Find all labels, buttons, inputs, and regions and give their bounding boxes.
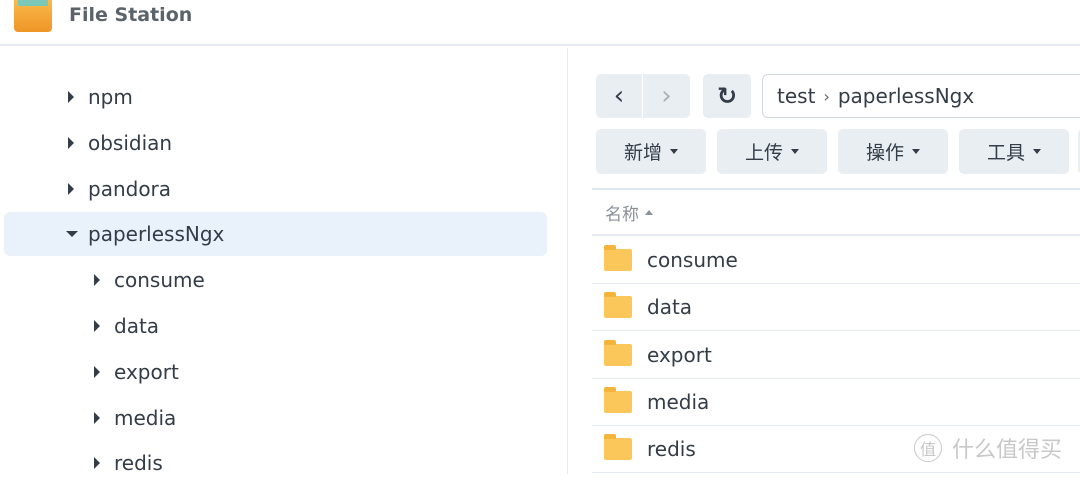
file-station-logo-icon [14,0,52,32]
folder-icon [604,245,632,271]
file-list-row[interactable]: consume [592,237,1080,284]
sort-ascending-icon [645,209,653,215]
caret-right-icon[interactable] [68,182,74,195]
tree-node-label: npm [88,85,133,109]
caret-down-icon [670,149,678,154]
tree-node[interactable]: consume [0,258,547,302]
tree-node-label: media [114,405,177,430]
path-bar[interactable]: test › paperlessNgx [762,74,1080,118]
tree-node[interactable]: redis [0,441,547,485]
chevron-right-icon: › [661,81,672,111]
caret-right-icon[interactable] [94,457,100,470]
toolbar-menu-button[interactable]: 工具 [959,129,1069,174]
toolbar-menu-button[interactable]: 新增 [596,129,706,174]
folder-tree: npm obsidian pandora paperlessNgx consume dat… [0,48,568,475]
folder-icon [604,339,632,366]
caret-down-icon [1033,149,1041,154]
path-segment[interactable]: test [777,84,815,108]
tree-node-label: obsidian [88,130,173,155]
caret-down-icon [912,149,920,154]
tree-node[interactable]: media [0,396,547,440]
caret-right-icon[interactable] [94,320,100,332]
refresh-button[interactable]: ↻ [703,74,751,118]
toolbar-menu-button[interactable]: 操作 [838,129,948,174]
chevron-left-icon: ‹ [613,81,625,111]
caret-down-icon[interactable] [66,231,78,238]
file-list-row[interactable]: media [592,379,1080,426]
watermark: 值 什么值得买 [914,432,1062,464]
tree-node-label: redis [114,451,163,476]
path-segment[interactable]: paperlessNgx [838,84,974,108]
caret-down-icon [791,149,799,154]
column-name-label: 名称 [605,204,639,225]
file-name: redis [647,437,696,462]
column-header-name[interactable]: 名称 [592,188,1080,236]
caret-right-icon[interactable] [94,365,100,378]
file-list-row[interactable]: export [592,332,1080,379]
app-title: File Station [69,4,193,26]
refresh-icon: ↻ [716,82,738,110]
toolbar-button-label: 工具 [986,142,1025,164]
tree-node[interactable]: pandora [0,167,547,211]
watermark-text: 什么值得买 [952,438,1063,463]
toolbar-button-label: 操作 [865,142,904,164]
tree-node[interactable]: obsidian [0,121,547,165]
tree-node[interactable]: paperlessNgx [4,212,547,257]
caret-right-icon[interactable] [68,91,74,103]
file-name: consume [647,248,738,272]
caret-right-icon[interactable] [94,411,100,424]
tree-node-label: consume [114,268,205,293]
caret-right-icon[interactable] [94,274,100,287]
tree-node-label: pandora [88,176,172,201]
file-name: export [647,342,712,367]
tree-node[interactable]: export [0,350,547,394]
path-separator: › [823,86,830,106]
tree-node-label: data [114,314,160,338]
tree-node-label: paperlessNgx [88,222,225,247]
file-name: data [647,295,693,320]
toolbar-menu-button[interactable]: 上传 [717,129,827,174]
tree-node[interactable]: npm [0,75,547,119]
app-header: File Station [0,0,1080,46]
file-name: media [647,389,710,414]
toolbar-button-label: 上传 [744,142,783,164]
toolbar-button-label: 新增 [623,142,662,164]
folder-icon [604,292,632,319]
watermark-badge: 值 [914,434,942,462]
caret-right-icon[interactable] [68,136,74,149]
back-button[interactable]: ‹ [596,74,642,118]
tree-node-label: export [114,359,179,384]
file-list-row[interactable]: data [592,284,1080,332]
forward-button[interactable]: › [643,74,690,118]
tree-node[interactable]: data [0,304,547,348]
folder-icon [604,386,632,413]
folder-icon [604,434,632,461]
